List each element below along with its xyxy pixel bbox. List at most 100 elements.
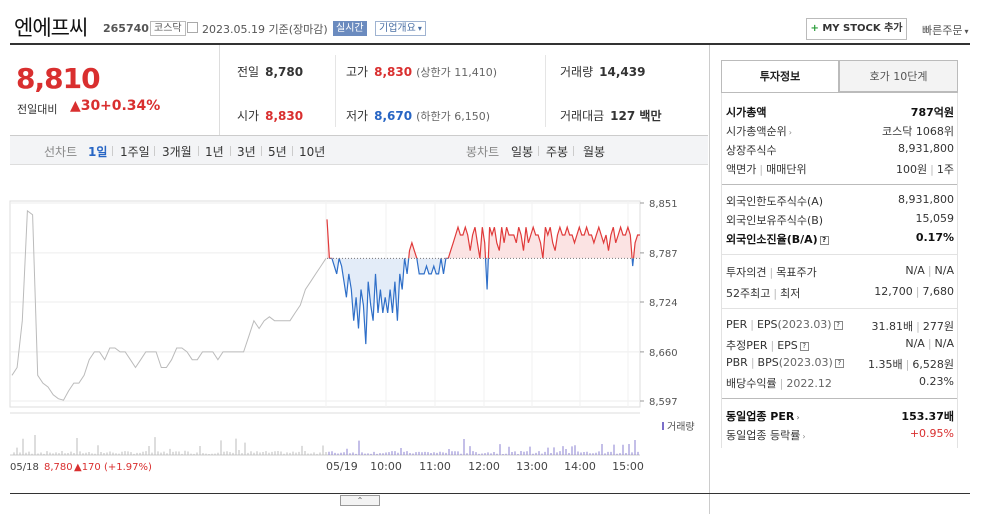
volume-legend: 거래량 xyxy=(662,418,695,433)
info-divider xyxy=(722,308,957,309)
y-tick-label: 8,851 xyxy=(649,199,678,210)
info-label: 외국인보유주식수(B) xyxy=(726,214,824,227)
tab-10year[interactable]: 10년 xyxy=(299,143,325,160)
info-value: N/A | N/A xyxy=(905,337,954,350)
info-value-text: N/A xyxy=(934,264,954,277)
info-period: (2023.03) xyxy=(777,318,832,331)
info-value-text: 12,700 xyxy=(874,285,913,298)
info-divider xyxy=(722,254,957,255)
tab-order-book[interactable]: 호가 10단계 xyxy=(839,60,958,92)
price-chart[interactable]: 8,851 8,787 8,724 8,660 8,597 05/19 10:00 11:00… xyxy=(0,165,708,495)
separator: | xyxy=(905,358,910,371)
stat-sub: (하한가 6,150) xyxy=(416,110,490,123)
info-foreign-hold: 외국인보유주식수(B) 15,059 xyxy=(726,212,954,230)
price-change-rate: +0.34% xyxy=(100,98,161,114)
tab-1year[interactable]: 1년 xyxy=(205,143,224,160)
stats-divider xyxy=(335,55,336,127)
stat-low: 저가 8,670 (하한가 6,150) xyxy=(346,107,490,124)
separator: | xyxy=(750,318,754,331)
tab-3year[interactable]: 3년 xyxy=(237,143,256,160)
x-tick-label: 10:00 xyxy=(370,460,402,473)
info-value-text: 31.81배 xyxy=(871,320,914,333)
info-dividend: 배당수익률 | 2022.12 0.23% xyxy=(726,375,954,393)
stat-value: 14,439 xyxy=(599,65,646,79)
info-value: 153.37배 xyxy=(901,410,954,423)
help-icon[interactable]: ? xyxy=(834,359,844,368)
stat-label: 저가 xyxy=(346,109,369,123)
info-value-text: 1주 xyxy=(936,163,954,176)
tab-daily[interactable]: 일봉 xyxy=(511,143,533,160)
quick-order-label: 빠른주문 xyxy=(922,24,963,37)
stats-divider xyxy=(545,55,546,127)
tab-investment-info[interactable]: 투자정보 xyxy=(721,60,839,92)
calendar-icon xyxy=(187,22,198,33)
separator: | xyxy=(779,377,784,390)
stat-value: 127 백만 xyxy=(610,109,662,123)
tab-separator xyxy=(198,146,199,156)
info-label-text: PER xyxy=(726,318,748,331)
separator: | xyxy=(770,339,775,352)
info-value: 15,059 xyxy=(915,212,955,225)
info-market-cap: 시가총액 787억원 xyxy=(726,104,954,122)
info-value-text: 1.35배 xyxy=(868,358,903,371)
tab-5year[interactable]: 5년 xyxy=(268,143,287,160)
info-value-text: N/A xyxy=(905,337,925,350)
y-tick-label: 8,787 xyxy=(649,249,678,260)
stat-value: 8,670 xyxy=(374,109,413,123)
info-shares: 상장주식수 8,931,800 xyxy=(726,142,954,160)
stat-prev-close: 전일 8,780 xyxy=(237,63,303,80)
info-par: 액면가 | 매매단위 100원 | 1주 xyxy=(726,161,954,179)
info-value-text: 277원 xyxy=(922,320,954,333)
help-icon[interactable]: ? xyxy=(819,236,829,245)
help-icon[interactable]: ? xyxy=(833,321,843,330)
info-value: 0.17% xyxy=(915,231,954,244)
info-label-text: 최저 xyxy=(780,287,801,300)
realtime-button[interactable]: 실시간 xyxy=(333,21,367,36)
volume-legend-swatch xyxy=(662,422,664,430)
candle-chart-label: 봉차트 xyxy=(466,145,500,159)
price-change: ▲30 xyxy=(70,98,100,114)
info-label: 추정PER | EPS? xyxy=(726,337,809,353)
tab-1day[interactable]: 1일 xyxy=(88,143,107,160)
tab-separator xyxy=(230,146,231,156)
prev-close-label: 8,780 xyxy=(44,462,73,473)
panel-divider xyxy=(709,45,710,514)
x-tick-label: 15:00 xyxy=(612,460,644,473)
chart-collapse-handle[interactable]: ⌃ xyxy=(340,495,380,506)
chevron-down-icon: ▾ xyxy=(964,27,969,36)
chevron-right-icon: › xyxy=(802,432,806,441)
tab-1week[interactable]: 1주일 xyxy=(120,143,150,160)
tab-monthly[interactable]: 월봉 xyxy=(583,143,605,160)
info-value: 0.23% xyxy=(919,375,954,388)
stat-volume: 거래량 14,439 xyxy=(560,63,645,80)
separator: | xyxy=(759,163,764,176)
tab-3month[interactable]: 3개월 xyxy=(162,143,192,160)
info-foreign-ratio: 외국인소진율(B/A)? 0.17% xyxy=(726,231,954,249)
tab-separator xyxy=(261,146,262,156)
prev-date-label: 05/18 xyxy=(10,462,39,473)
help-icon[interactable]: ? xyxy=(799,342,809,351)
info-est-per: 추정PER | EPS? N/A | N/A xyxy=(726,337,954,355)
tab-separator xyxy=(573,146,574,156)
info-label: 액면가 | 매매단위 xyxy=(726,161,807,177)
info-value: 12,700 | 7,680 xyxy=(874,285,954,298)
add-mystock-button[interactable]: + MY STOCK 추가 xyxy=(806,18,907,40)
x-tick-label: 11:00 xyxy=(419,460,451,473)
quick-order-dropdown[interactable]: 빠른주문 ▾ xyxy=(922,22,969,38)
separator: | xyxy=(930,163,934,176)
info-label[interactable]: 동일업종 PER › xyxy=(726,408,800,424)
info-label[interactable]: 시가총액순위 › xyxy=(726,123,792,139)
plus-icon: + xyxy=(810,23,819,34)
company-overview-dropdown[interactable]: 기업개요 ▾ xyxy=(375,21,426,36)
company-overview-label: 기업개요 xyxy=(379,23,416,34)
tab-separator xyxy=(154,146,155,156)
chevron-right-icon: › xyxy=(796,413,800,422)
tab-weekly[interactable]: 주봉 xyxy=(546,143,568,160)
chevron-down-icon: ▾ xyxy=(417,24,422,33)
stock-code: 265740 xyxy=(103,22,149,35)
prev-compare-label: 전일대비 xyxy=(17,103,58,116)
chevron-up-icon: ⌃ xyxy=(356,496,364,505)
info-label[interactable]: 동일업종 등락률 › xyxy=(726,427,806,443)
info-label: 상장주식수 xyxy=(726,144,777,157)
info-value: 31.81배 | 277원 xyxy=(872,318,954,334)
